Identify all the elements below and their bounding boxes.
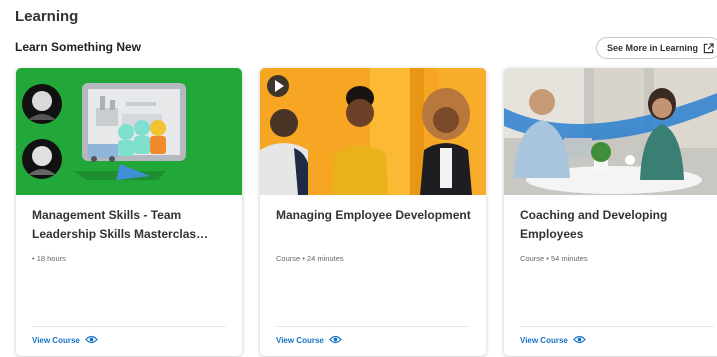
course-card[interactable]: Managing Employee Development Course • 2… bbox=[260, 68, 486, 356]
view-course-link[interactable]: View Course bbox=[32, 335, 98, 346]
divider bbox=[520, 326, 714, 327]
course-meta: • 18 hours bbox=[32, 254, 66, 263]
see-more-label: See More in Learning bbox=[607, 43, 699, 53]
eye-icon bbox=[572, 335, 586, 346]
view-course-link[interactable]: View Course bbox=[276, 335, 342, 346]
course-title[interactable]: Coaching and Developing Employees bbox=[520, 206, 717, 244]
view-course-label: View Course bbox=[32, 336, 80, 345]
divider bbox=[32, 326, 226, 327]
course-card[interactable]: Coaching and Developing Employees Course… bbox=[504, 68, 717, 356]
course-card[interactable]: Management Skills - Team Leadership Skil… bbox=[16, 68, 242, 356]
external-link-icon bbox=[703, 42, 714, 54]
course-title[interactable]: Managing Employee Development bbox=[276, 206, 476, 225]
course-meta: Course • 24 minutes bbox=[276, 254, 344, 263]
eye-icon bbox=[328, 335, 342, 346]
subsection-title: Learn Something New bbox=[15, 40, 142, 54]
see-more-button[interactable]: See More in Learning bbox=[596, 37, 717, 59]
view-course-label: View Course bbox=[520, 336, 568, 345]
course-thumbnail[interactable] bbox=[260, 68, 486, 195]
course-title[interactable]: Management Skills - Team Leadership Skil… bbox=[32, 206, 232, 244]
course-meta: Course • 54 minutes bbox=[520, 254, 588, 263]
divider bbox=[276, 326, 470, 327]
course-thumbnail[interactable] bbox=[16, 68, 242, 195]
view-course-label: View Course bbox=[276, 336, 324, 345]
section-title: Learning bbox=[15, 8, 79, 25]
eye-icon bbox=[84, 335, 98, 346]
course-thumbnail[interactable] bbox=[504, 68, 717, 195]
view-course-link[interactable]: View Course bbox=[520, 335, 586, 346]
